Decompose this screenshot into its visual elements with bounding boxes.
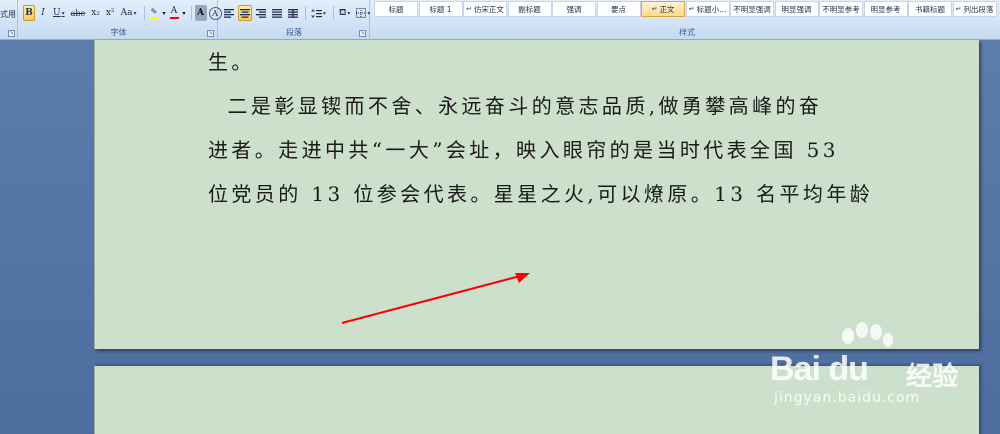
watermark-url: jingyan.baidu.com [774, 390, 921, 406]
highlight-color-button[interactable]: ✎ [148, 5, 161, 21]
separator [333, 6, 335, 20]
strikethrough-button[interactable]: abe [69, 5, 88, 21]
character-shading-button[interactable]: A [194, 5, 207, 21]
line-spacing-icon [311, 8, 322, 18]
highlighter-icon: ✎ [150, 7, 158, 16]
style-tile[interactable]: 要点 [596, 1, 641, 17]
font-color-swatch [169, 17, 179, 19]
separator [305, 6, 306, 20]
justify-icon [272, 8, 282, 18]
style-tile[interactable]: 标题 [374, 1, 418, 17]
align-right-button[interactable] [254, 5, 268, 21]
paragraph-group-label: 段落 [286, 28, 302, 37]
shading-button[interactable]: ⛾ ▾ [337, 5, 352, 21]
document-line: 进者。走进中共“一大”会址，映入眼帘的是当时代表全国 53 [208, 138, 839, 162]
superscript-button[interactable]: x² [104, 5, 117, 21]
paragraph-group: ▾ ⛾ ▾ ▾ 段落 ↘ [219, 0, 370, 40]
italic-button[interactable]: I [37, 5, 49, 21]
style-tile-selected[interactable]: ↵ 正文 [641, 1, 685, 17]
paragraph-mark-icon: ↵ [651, 5, 658, 13]
style-tile[interactable]: ↵ 列出段落 [952, 1, 997, 17]
baidu-jingyan-watermark: Bai du 经验 jingyan.baidu.com [770, 322, 1000, 422]
styles-group: 标题 标题 1 ↵ 仿宋正文 副标题 强调 要点 ↵ 正文 ↵ 标题小... 不明显强… [374, 0, 1000, 40]
styles-group-label: 样式 [679, 28, 695, 37]
change-case-button[interactable]: Aa ▾ [119, 5, 139, 21]
highlight-dropdown-icon[interactable]: ▾ [163, 10, 166, 17]
justify-button[interactable] [270, 5, 284, 21]
align-left-button[interactable] [222, 5, 236, 21]
style-tile[interactable]: ↵ 仿宋正文 [463, 1, 507, 17]
style-tile[interactable]: 副标题 [507, 1, 552, 17]
watermark-logo-text: Bai du [770, 350, 869, 388]
font-group: B I U ▾ abe x₂ x² Aa ▾ ✎ ▾ A ▾ A A 字体 ↘ [20, 0, 222, 40]
align-right-icon [256, 8, 266, 18]
style-tile[interactable]: 不明显参考 [819, 1, 863, 17]
stub-launcher-icon[interactable]: ↘ [8, 30, 15, 37]
change-styles-button[interactable]: 式用 [0, 9, 16, 20]
align-center-button[interactable] [238, 5, 252, 21]
font-dialog-launcher-icon[interactable]: ↘ [207, 30, 214, 37]
paragraph-mark-icon: ↵ [688, 5, 695, 13]
paragraph-dialog-launcher-icon[interactable]: ↘ [359, 30, 366, 37]
distributed-button[interactable] [286, 5, 300, 21]
watermark-brand: 经验 [906, 362, 959, 392]
paragraph-mark-icon: ↵ [955, 5, 962, 13]
underline-button[interactable]: U ▾ [51, 5, 67, 21]
style-tile[interactable]: 强调 [552, 1, 596, 17]
style-tile[interactable]: 明显强调 [774, 1, 819, 17]
style-tile[interactable]: ↵ 标题小... [685, 1, 730, 17]
styles-gallery: 标题 标题 1 ↵ 仿宋正文 副标题 强调 要点 ↵ 正文 ↵ 标题小... 不明显强… [374, 1, 997, 17]
paragraph-mark-icon: ↵ [466, 5, 472, 13]
style-tile[interactable]: 不明显强调 [730, 1, 774, 17]
align-left-icon [224, 8, 234, 18]
paint-bucket-icon: ⛾ [339, 7, 347, 18]
font-color-dropdown-icon[interactable]: ▾ [183, 10, 186, 17]
document-line: 生。 [208, 50, 255, 74]
font-color-button[interactable]: A [168, 5, 181, 21]
style-tile[interactable]: 书籍标题 [908, 1, 952, 17]
align-center-icon [240, 8, 250, 18]
subscript-button[interactable]: x₂ [89, 5, 102, 21]
ribbon-stub: 式用 ↘ [0, 0, 18, 40]
ribbon: 式用 ↘ B I U▾ abe x₂ x² Aa▾ ✎ ▾ A ▾ A A [0, 0, 1000, 40]
font-group-label: 字体 [110, 28, 127, 37]
document-line: 位党员的 13 位参会代表。星星之火,可以燎原。13 名平均年龄 [208, 182, 874, 206]
style-tile[interactable]: 标题 1 [418, 1, 463, 17]
highlight-color-swatch [149, 17, 159, 19]
distributed-icon [288, 8, 298, 18]
separator [190, 6, 192, 20]
line-spacing-button[interactable]: ▾ [309, 5, 328, 21]
bold-button[interactable]: B [23, 5, 35, 21]
borders-button[interactable]: ▾ [354, 5, 372, 21]
document-line: 二是彰显锲而不舍、永远奋斗的意志品质,做勇攀高峰的奋 [208, 94, 823, 118]
style-tile[interactable]: 明显参考 [863, 1, 908, 17]
borders-icon [356, 8, 367, 18]
separator [143, 6, 145, 20]
